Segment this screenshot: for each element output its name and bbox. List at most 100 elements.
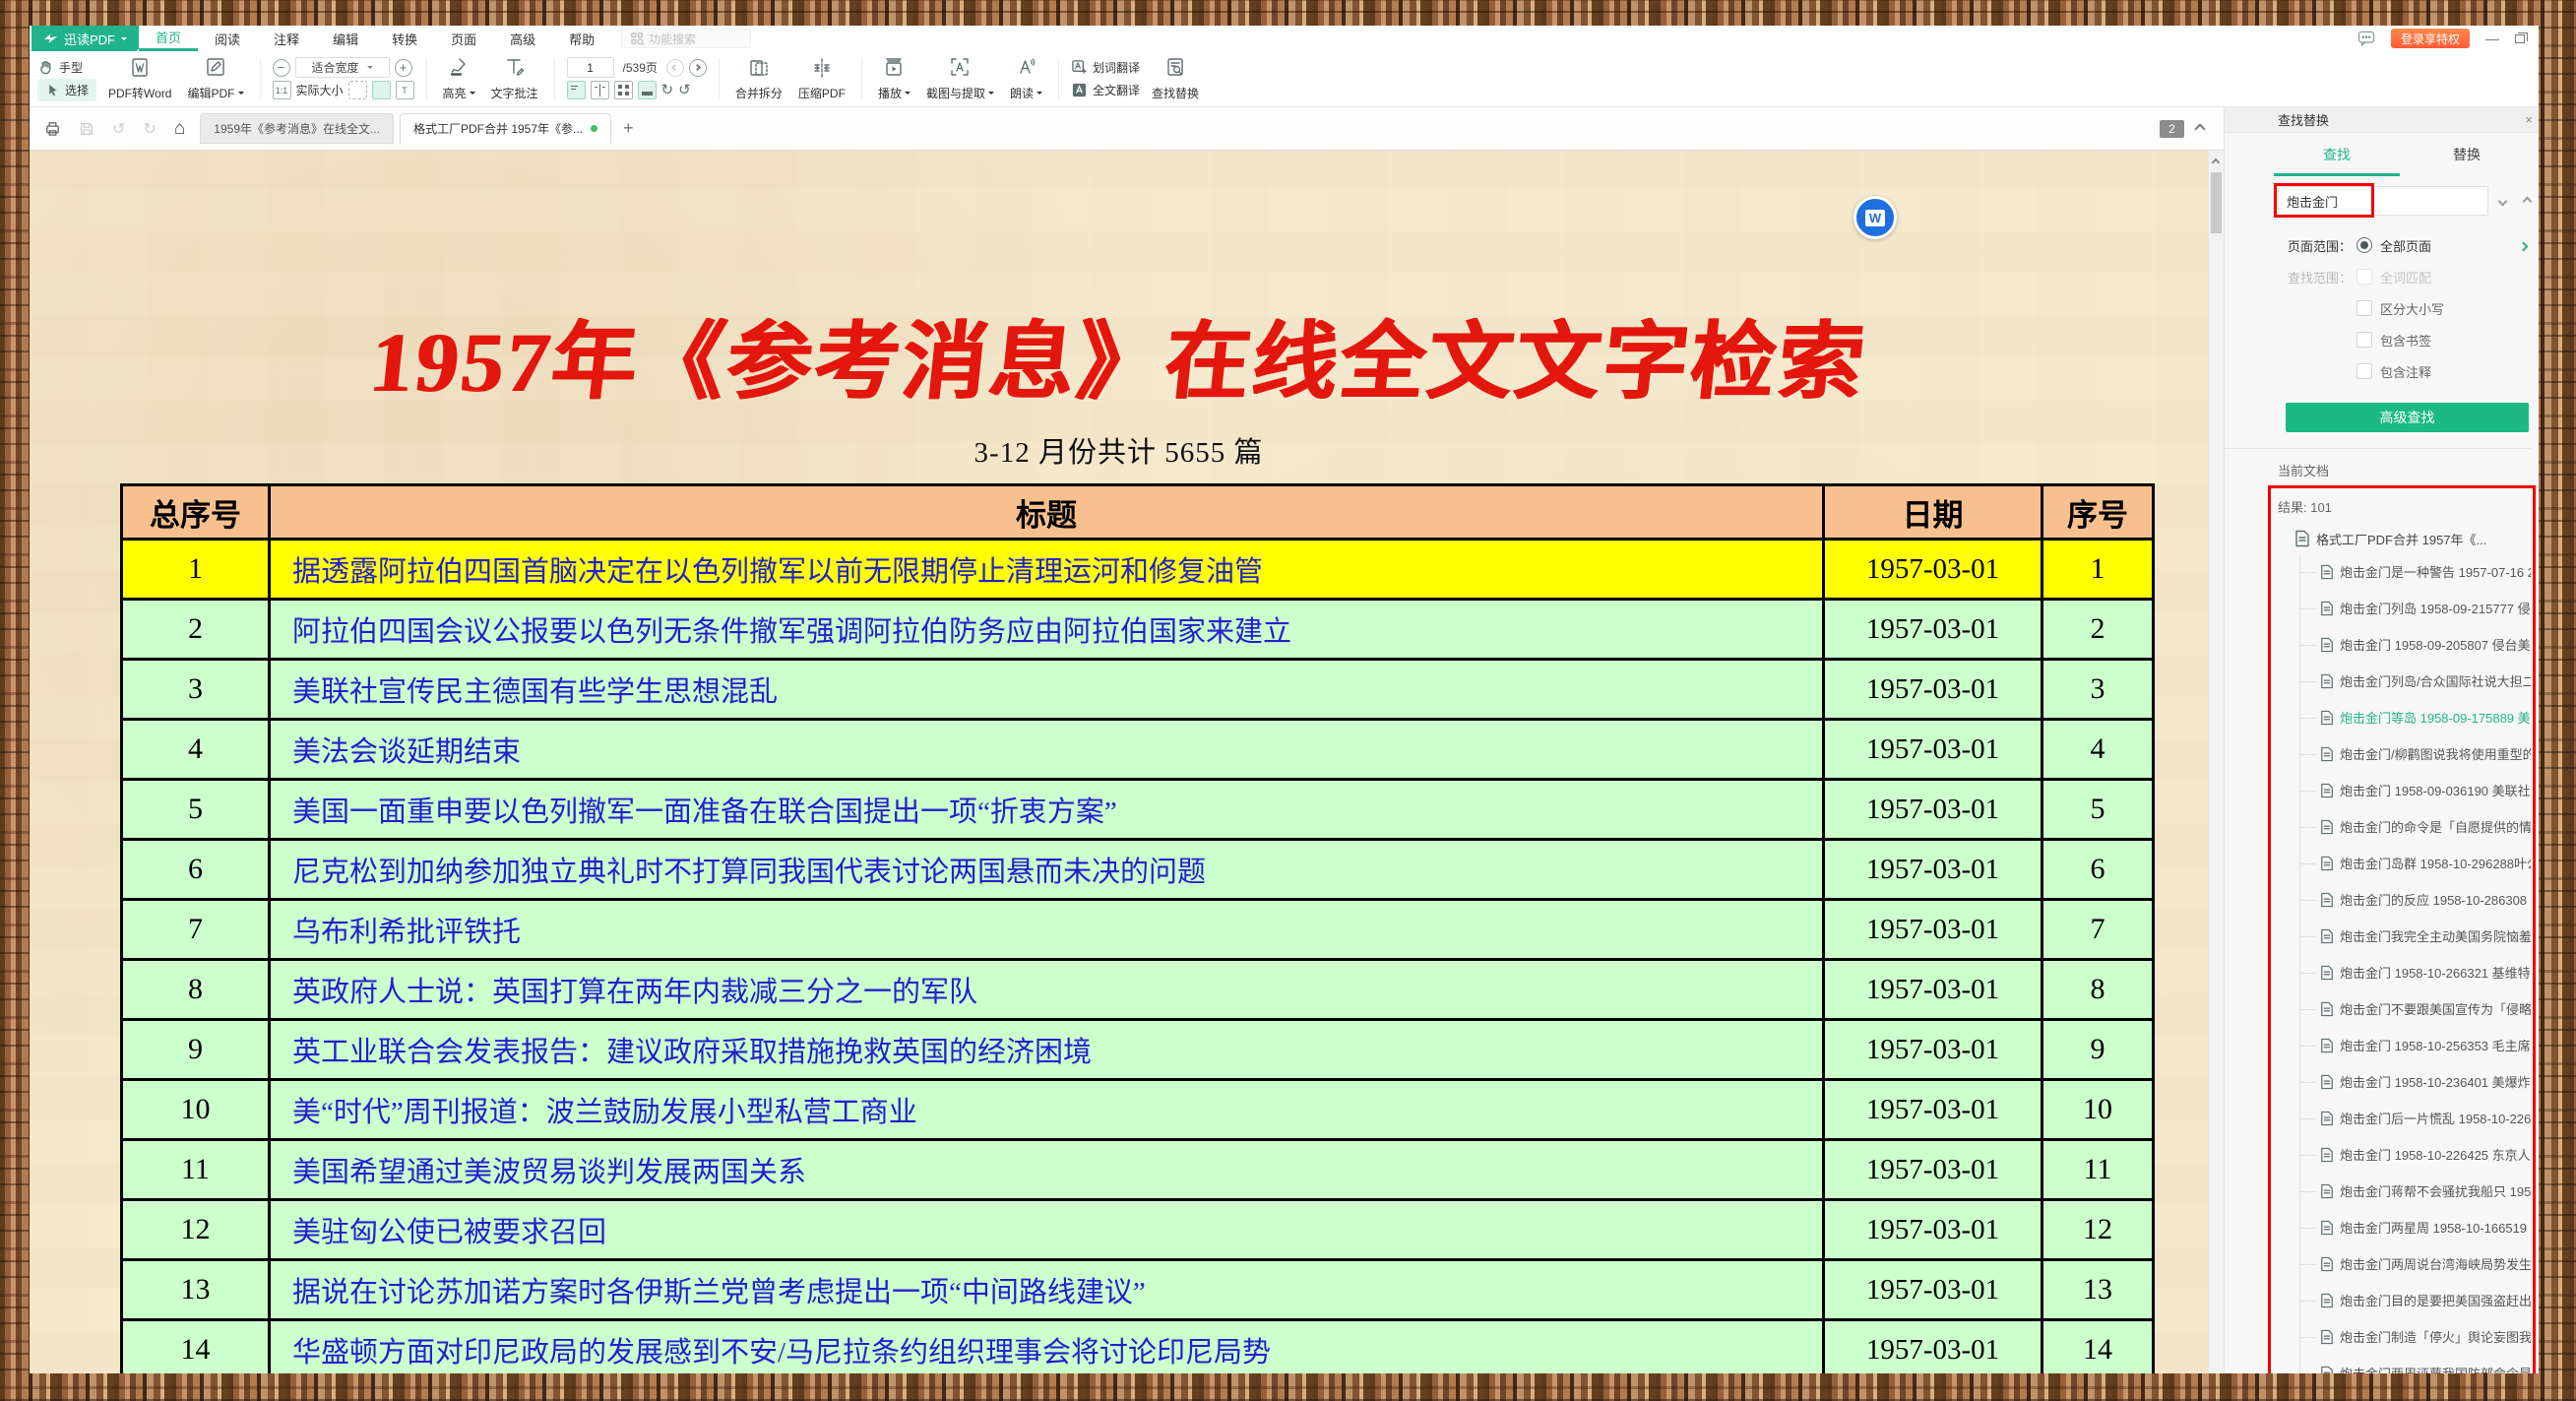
word-translate-button[interactable]: 划词翻译	[1071, 56, 1140, 79]
undo-icon[interactable]: ↺	[112, 119, 125, 139]
grid-layout-button[interactable]	[614, 81, 633, 99]
match-case-checkbox[interactable]	[2356, 300, 2372, 316]
restore-button[interactable]	[2515, 34, 2525, 43]
article-link[interactable]: 美“时代”周刊报道：波兰鼓励发展小型私营工商业	[292, 1097, 917, 1128]
hand-tool-button[interactable]: 手型	[37, 56, 96, 79]
play-button[interactable]: 播放	[870, 54, 918, 103]
find-prev-button[interactable]	[2516, 190, 2538, 212]
zoom-level-dropdown[interactable]: 适合宽度	[295, 57, 390, 78]
read-aloud-button[interactable]: 朗读	[1002, 54, 1050, 103]
result-item[interactable]: 炮击金门目的是要把美国强盗赶出台	[2300, 1282, 2531, 1318]
zoom-out-button[interactable]: −	[273, 59, 290, 77]
page-number-input[interactable]	[567, 57, 614, 78]
print-icon[interactable]	[44, 120, 61, 137]
menu-edit[interactable]: 编辑	[316, 26, 375, 51]
search-input[interactable]	[2278, 186, 2488, 216]
article-link[interactable]: 据透露阿拉伯四国首脑决定在以色列撤军以前无限期停止清理运河和修复油管	[292, 556, 1263, 588]
article-link[interactable]: 美法会谈延期结束	[292, 736, 521, 768]
result-item[interactable]: 炮击金门制造「停火」舆论妄图我将	[2300, 1318, 2531, 1355]
minimize-button[interactable]: —	[2485, 33, 2499, 43]
pdf-to-word-floating-button[interactable]: W	[1853, 196, 1897, 239]
expand-range-icon[interactable]	[2520, 238, 2527, 253]
redo-icon[interactable]: ↻	[143, 119, 156, 139]
document-tab-active[interactable]: 格式工厂PDF合并 1957年《参...	[400, 113, 611, 144]
result-item[interactable]: 炮击金门 1958-10-236401 美爆炸	[2300, 1063, 2531, 1100]
menu-home[interactable]: 首页	[139, 26, 198, 51]
result-item[interactable]: 炮击金门岛群 1958-10-296288叶公	[2300, 845, 2531, 881]
article-link[interactable]: 英政府人士说：英国打算在两年内裁减三分之一的军队	[292, 977, 977, 1008]
advanced-find-button[interactable]: 高级查找	[2286, 403, 2529, 432]
menu-pages[interactable]: 页面	[434, 26, 493, 51]
article-link[interactable]: 美驻匈公使已被要求召回	[292, 1217, 606, 1248]
zoom-in-button[interactable]: +	[395, 59, 412, 77]
result-item[interactable]: 炮击金门 1958-10-266321 基维特到	[2300, 954, 2531, 990]
whole-word-checkbox[interactable]	[2356, 269, 2372, 285]
tab-count-badge[interactable]: 2	[2160, 120, 2184, 138]
text-annotation-button[interactable]: 文字批注	[483, 54, 546, 103]
article-link[interactable]: 华盛顿方面对印尼政局的发展感到不安/马尼拉条约组织理事会将讨论印尼局势	[292, 1337, 1271, 1369]
next-page-button[interactable]	[689, 59, 707, 77]
app-logo-button[interactable]: 迅读PDF	[31, 26, 139, 51]
screenshot-extract-button[interactable]: 截图与提取	[918, 54, 1002, 103]
result-item[interactable]: 炮击金门列岛 1958-09-215777 侵台	[2300, 590, 2531, 626]
merge-split-button[interactable]: 合并拆分	[727, 54, 790, 103]
close-icon[interactable]: ×	[2525, 112, 2533, 127]
result-item[interactable]: 炮击金门 1958-09-036190 美联社报	[2300, 772, 2531, 808]
article-link[interactable]: 英工业联合会发表报告：建议政府采取措施挽救英国的经济困境	[292, 1037, 1092, 1068]
result-item[interactable]: 炮击金门的命令是「自愿提供的情报	[2300, 808, 2531, 845]
rotate-cw-icon[interactable]: ↻	[661, 83, 674, 97]
login-button[interactable]: 登录享特权	[2391, 29, 2470, 48]
article-link[interactable]: 美国希望通过美波贸易谈判发展两国关系	[292, 1157, 806, 1188]
menu-help[interactable]: 帮助	[552, 26, 611, 51]
edit-pdf-button[interactable]: 编辑PDF	[179, 54, 251, 103]
find-replace-button[interactable]: 查找替换	[1144, 54, 1207, 103]
fit-page-button[interactable]	[348, 81, 367, 99]
include-comments-checkbox[interactable]	[2356, 363, 2372, 379]
result-item[interactable]: 炮击金门我完全主动美国务院恼羞成	[2300, 918, 2531, 954]
actual-size-button[interactable]: 1:1	[273, 81, 291, 99]
result-item[interactable]: 炮击金门 1958-09-205807 侵台美军	[2300, 626, 2531, 663]
menu-annotate[interactable]: 注释	[257, 26, 316, 51]
vertical-scrollbar[interactable]	[2208, 151, 2224, 1373]
prev-page-button[interactable]	[666, 59, 684, 77]
menu-convert[interactable]: 转换	[375, 26, 434, 51]
result-item[interactable]: 炮击金门等岛 1958-09-175889 美	[2300, 699, 2531, 735]
compress-pdf-button[interactable]: 压缩PDF	[790, 54, 853, 103]
fit-text-button[interactable]: T	[396, 81, 414, 99]
result-item[interactable]: 炮击金门两周诬蔑我国防部命令是一	[2300, 1355, 2531, 1373]
include-bookmarks-checkbox[interactable]	[2356, 332, 2372, 348]
result-item[interactable]: 炮击金门后一片慌乱 1958-10-2264	[2300, 1100, 2531, 1136]
save-icon[interactable]	[79, 121, 94, 137]
select-tool-button[interactable]: 选择	[37, 79, 96, 101]
feature-search-box[interactable]: 功能搜索	[621, 29, 751, 48]
rotate-ccw-icon[interactable]: ↺	[678, 83, 691, 97]
scroll-up-arrow-icon[interactable]	[2213, 155, 2219, 168]
single-page-layout-button[interactable]	[567, 81, 586, 99]
result-item[interactable]: 炮击金门蒋帮不会骚扰我船只 1958-	[2300, 1173, 2531, 1209]
menu-advanced[interactable]: 高级	[493, 26, 552, 51]
result-item[interactable]: 炮击金门是一种警告 1957-07-16 23	[2300, 553, 2531, 590]
full-translate-button[interactable]: 全文翻译	[1071, 79, 1140, 101]
article-link[interactable]: 尼克松到加纳参加独立典礼时不打算同我国代表讨论两国悬而未决的问题	[292, 857, 1206, 888]
result-item[interactable]: 炮击金门两星周 1958-10-166519 美	[2300, 1209, 2531, 1245]
result-item[interactable]: 炮击金门/柳鹳图说我将使用重型的大	[2300, 735, 2531, 772]
new-tab-button[interactable]: +	[623, 118, 634, 139]
all-pages-radio[interactable]	[2356, 237, 2372, 253]
results-root-item[interactable]: 格式工厂PDF合并 1957年《...	[2294, 524, 2531, 553]
result-item[interactable]: 炮击金门的反应 1958-10-286308 布	[2300, 881, 2531, 918]
scrollbar-thumb[interactable]	[2211, 172, 2222, 233]
find-next-button[interactable]	[2491, 190, 2513, 212]
continuous-layout-button[interactable]	[638, 81, 657, 99]
article-link[interactable]: 美联社宣传民主德国有些学生思想混乱	[292, 676, 778, 708]
result-item[interactable]: 炮击金门不要跟美国宣传为「侵略」	[2300, 990, 2531, 1027]
article-link[interactable]: 阿拉伯四国会议公报要以色列无条件撤军强调阿拉伯防务应由阿拉伯国家来建立	[292, 616, 1291, 648]
article-link[interactable]: 据说在讨论苏加诺方案时各伊斯兰党曾考虑提出一项“中间路线建议”	[292, 1277, 1146, 1308]
tab-replace[interactable]: 替换	[2402, 133, 2532, 176]
result-item[interactable]: 炮击金门列岛/合众国际社说大担二担	[2300, 663, 2531, 699]
collapse-toolbar-button[interactable]	[2196, 122, 2204, 136]
tab-find[interactable]: 查找	[2272, 133, 2402, 176]
two-page-layout-button[interactable]	[591, 81, 609, 99]
result-item[interactable]: 炮击金门 1958-10-256353 毛主席同	[2300, 1027, 2531, 1063]
pdf-to-word-button[interactable]: PDF转Word	[100, 54, 179, 103]
fit-width-button[interactable]	[372, 81, 391, 99]
